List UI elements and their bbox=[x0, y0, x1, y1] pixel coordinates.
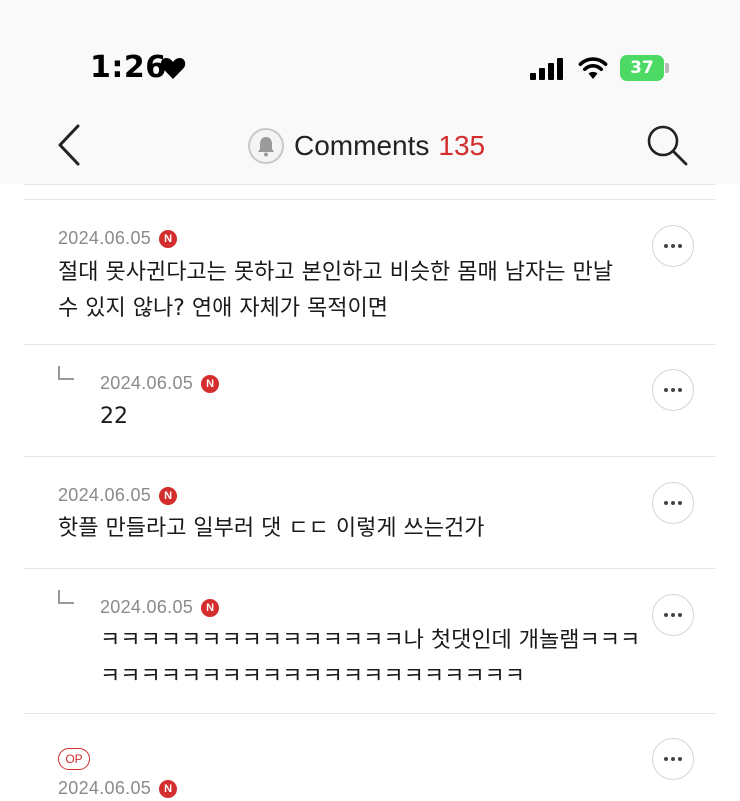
more-options-button[interactable] bbox=[652, 482, 694, 524]
comment-divider bbox=[24, 456, 716, 457]
header-divider bbox=[24, 184, 716, 185]
battery-icon: 37 bbox=[620, 55, 670, 81]
dot bbox=[678, 244, 682, 248]
dot bbox=[678, 613, 682, 617]
dot bbox=[664, 244, 668, 248]
comment-date: 2024.06.05 bbox=[58, 485, 152, 505]
dot bbox=[671, 757, 675, 761]
dot bbox=[664, 501, 668, 505]
comment-text: 핫플 만들라고 일부러 댓 ㄷㄷ 이렇게 쓰는건가 bbox=[58, 516, 485, 541]
more-options-button[interactable] bbox=[652, 225, 694, 267]
nav-bar: Comments 135 bbox=[0, 110, 740, 184]
dot bbox=[671, 244, 675, 248]
back-chevron-icon[interactable] bbox=[52, 122, 92, 168]
dot bbox=[664, 613, 668, 617]
dot bbox=[678, 501, 682, 505]
new-badge: N bbox=[159, 486, 178, 505]
new-badge: N bbox=[159, 229, 178, 248]
dot bbox=[678, 388, 682, 392]
title-text: Comments bbox=[294, 130, 430, 161]
wifi-icon bbox=[578, 57, 608, 79]
search-icon[interactable] bbox=[644, 122, 690, 168]
comment-date: 2024.06.05 bbox=[100, 597, 194, 617]
comment-divider bbox=[24, 568, 716, 569]
comment-text: 절대 못사귄다고는 못하고 본인하고 비슷한 몸매 남자는 만날 수 있지 않나… bbox=[58, 260, 613, 321]
notification-toggle[interactable] bbox=[248, 128, 284, 164]
comment-divider bbox=[24, 713, 716, 714]
comment-date: 2024.06.05 bbox=[58, 778, 152, 798]
status-bar: 1:26 37 bbox=[0, 0, 740, 110]
reply-arrow-icon bbox=[58, 366, 74, 380]
dot bbox=[671, 501, 675, 505]
dot bbox=[678, 757, 682, 761]
reply-arrow-icon bbox=[58, 590, 74, 604]
battery-cap bbox=[665, 63, 669, 73]
status-time: 1:26 bbox=[90, 50, 167, 85]
comment-meta: 2024.06.05 N bbox=[58, 228, 178, 249]
bell-icon bbox=[258, 137, 274, 157]
top-area: 1:26 37 Comments 135 bbox=[0, 0, 740, 184]
more-options-button[interactable] bbox=[652, 594, 694, 636]
comment-date: 2024.06.05 bbox=[100, 373, 194, 393]
comment-meta: 2024.06.05 N bbox=[100, 597, 220, 618]
battery-level: 37 bbox=[630, 58, 654, 78]
op-badge: OP bbox=[58, 748, 90, 770]
comment-meta: 2024.06.05 N bbox=[58, 485, 178, 506]
new-badge: N bbox=[159, 779, 178, 798]
comment-count: 135 bbox=[438, 130, 486, 161]
page-title: Comments 135 bbox=[248, 126, 485, 166]
new-badge: N bbox=[201, 374, 220, 393]
list-top-divider bbox=[24, 199, 716, 200]
comment-divider bbox=[24, 344, 716, 345]
more-options-button[interactable] bbox=[652, 369, 694, 411]
comment-date: 2024.06.05 bbox=[58, 228, 152, 248]
dot bbox=[671, 388, 675, 392]
new-badge: N bbox=[201, 598, 220, 617]
signal-icon bbox=[530, 58, 563, 80]
dot bbox=[671, 613, 675, 617]
comment-text: ㅋㅋㅋㅋㅋㅋㅋㅋㅋㅋㅋㅋㅋㅋㅋ나 첫댓인데 개놀램ㅋㅋㅋㅋㅋㅋㅋㅋㅋㅋㅋㅋㅋㅋㅋ… bbox=[100, 628, 641, 689]
heart-icon bbox=[160, 58, 186, 79]
comment-text: 22 bbox=[100, 404, 128, 429]
comment-meta: 2024.06.05 N bbox=[58, 778, 178, 799]
dot bbox=[664, 757, 668, 761]
more-options-button[interactable] bbox=[652, 738, 694, 780]
comment-meta: 2024.06.05 N bbox=[100, 373, 220, 394]
dot bbox=[664, 388, 668, 392]
